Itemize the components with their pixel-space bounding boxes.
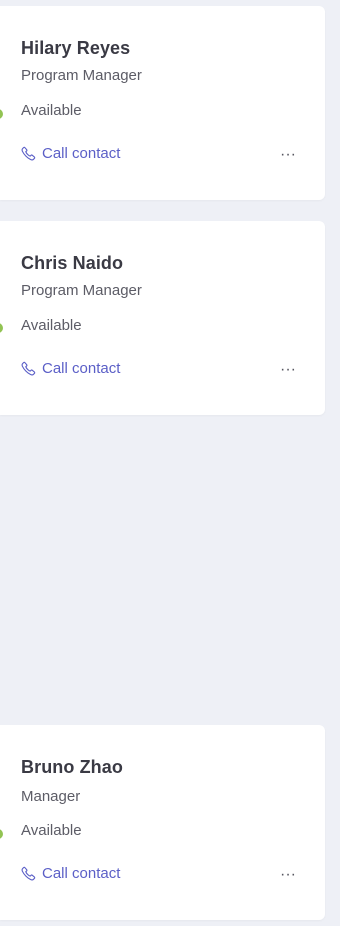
contact-name: Hilary Reyes <box>21 38 131 58</box>
presence-available-icon <box>0 829 3 839</box>
more-options-button[interactable]: ··· <box>274 865 302 885</box>
more-options-button[interactable]: ··· <box>274 360 302 380</box>
more-options-button[interactable]: ··· <box>274 145 302 165</box>
contacts-panel: Hilary Reyes Program Manager Available C… <box>0 0 340 926</box>
phone-icon <box>21 866 36 881</box>
presence-available-icon <box>0 109 3 119</box>
contact-status: Available <box>21 822 82 839</box>
contact-status: Available <box>21 317 82 334</box>
contact-status: Available <box>21 102 82 119</box>
more-options-icon: ··· <box>280 361 296 378</box>
more-options-icon: ··· <box>280 146 296 163</box>
contact-card: Hilary Reyes Program Manager Available C… <box>0 6 325 200</box>
more-options-icon: ··· <box>280 866 296 883</box>
contact-job-title: Program Manager <box>21 282 142 299</box>
call-contact-button[interactable]: Call contact <box>21 865 120 882</box>
contact-job-title: Program Manager <box>21 67 142 84</box>
contact-card: Bruno Zhao Manager Available Call contac… <box>0 725 325 920</box>
contact-name: Chris Naido <box>21 253 124 273</box>
contact-name: Bruno Zhao <box>21 757 123 777</box>
call-contact-label: Call contact <box>42 145 121 162</box>
phone-icon <box>21 361 36 376</box>
presence-available-icon <box>0 323 3 333</box>
call-contact-label: Call contact <box>42 865 121 882</box>
phone-icon <box>21 146 36 161</box>
contact-card: Chris Naido Program Manager Available Ca… <box>0 221 325 415</box>
call-contact-button[interactable]: Call contact <box>21 145 120 162</box>
contact-job-title: Manager <box>21 788 81 805</box>
call-contact-button[interactable]: Call contact <box>21 360 120 377</box>
call-contact-label: Call contact <box>42 360 121 377</box>
